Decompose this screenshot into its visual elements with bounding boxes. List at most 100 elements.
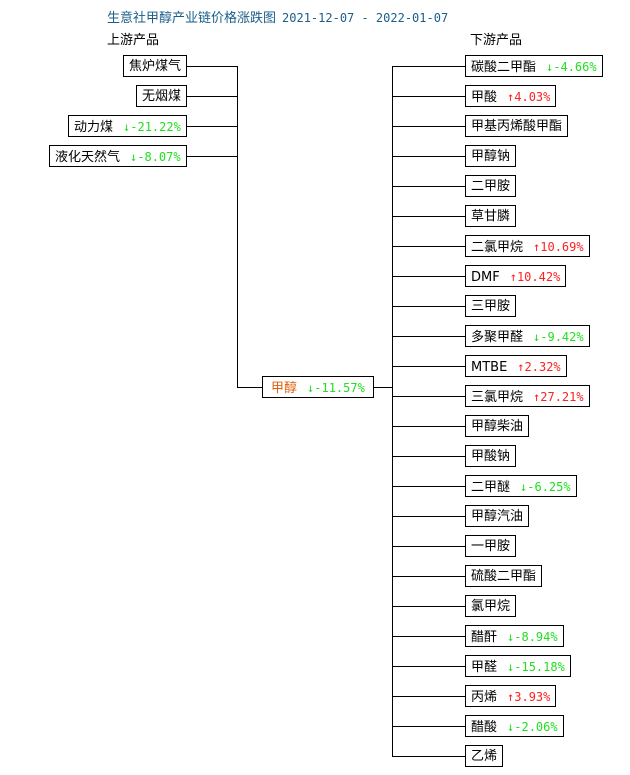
downstream-node[interactable]: 甲醇钠: [465, 145, 517, 167]
downstream-node[interactable]: MTBE ↑2.32%: [465, 355, 567, 377]
node-label: 氯甲烷: [471, 599, 511, 614]
downstream-connector: [392, 96, 465, 97]
downstream-connector: [392, 606, 465, 607]
downstream-node[interactable]: 三甲胺: [465, 295, 517, 317]
title-text: 生意社甲醇产业链价格涨跌图: [107, 11, 277, 26]
center-left-connector: [237, 387, 262, 388]
price-change-up: ↑27.21%: [533, 390, 584, 404]
node-label: 碳酸二甲酯: [471, 60, 537, 75]
node-label: 硫酸二甲酯: [471, 569, 537, 584]
price-change-up: ↑4.03%: [507, 90, 551, 104]
node-label: 丙烯: [471, 690, 498, 705]
node-label: 一甲胺: [471, 539, 511, 554]
price-change-down: ↓-4.66%: [546, 60, 597, 74]
price-change-down: ↓-6.25%: [520, 480, 571, 494]
node-label: 多聚甲醛: [471, 330, 524, 345]
price-change-down: ↓-15.18%: [507, 660, 565, 674]
downstream-node[interactable]: 甲醇汽油: [465, 505, 530, 527]
downstream-connector: [392, 516, 465, 517]
downstream-connector: [392, 426, 465, 427]
node-label: 焦炉煤气: [129, 59, 182, 74]
center-node-methanol[interactable]: 甲醇 ↓-11.57%: [262, 376, 374, 398]
downstream-node[interactable]: 甲酸 ↑4.03%: [465, 85, 557, 107]
downstream-connector: [392, 666, 465, 667]
node-label: 甲酸钠: [471, 449, 511, 464]
node-label: 液化天然气: [55, 150, 121, 165]
downstream-node[interactable]: 甲醇柴油: [465, 415, 530, 437]
price-change-up: ↑3.93%: [507, 690, 551, 704]
upstream-trunk-line: [237, 66, 238, 388]
node-label: 甲醇: [271, 381, 298, 396]
node-label: 三氯甲烷: [471, 390, 524, 405]
downstream-trunk-line: [392, 66, 393, 757]
node-label: 醋酸: [471, 720, 498, 735]
downstream-connector: [392, 306, 465, 307]
downstream-connector: [392, 276, 465, 277]
price-change-down: ↓-2.06%: [507, 720, 558, 734]
price-change-down: ↓-8.07%: [130, 150, 181, 164]
node-label: 醋酐: [471, 630, 498, 645]
node-label: 无烟煤: [142, 89, 182, 104]
node-label: 乙烯: [471, 749, 498, 764]
downstream-connector: [392, 126, 465, 127]
downstream-connector: [392, 726, 465, 727]
downstream-node[interactable]: 二甲胺: [465, 175, 517, 197]
downstream-connector: [392, 246, 465, 247]
downstream-node[interactable]: 甲基丙烯酸甲酯: [465, 115, 569, 137]
price-change-down: ↓-21.22%: [123, 120, 181, 134]
node-label: 二氯甲烷: [471, 240, 524, 255]
node-label: 甲醇钠: [471, 149, 511, 164]
downstream-node[interactable]: 甲醛 ↓-15.18%: [465, 655, 571, 677]
price-change-down: ↓-9.42%: [533, 330, 584, 344]
downstream-node[interactable]: DMF ↑10.42%: [465, 265, 567, 287]
upstream-connector: [187, 66, 237, 67]
node-label: 草甘膦: [471, 209, 511, 224]
date-range: 2021-12-07 - 2022-01-07: [282, 11, 449, 25]
node-label: 甲基丙烯酸甲酯: [471, 119, 563, 134]
price-change-down: ↓-11.57%: [307, 381, 365, 395]
chart-title: 生意社甲醇产业链价格涨跌图 2021-12-07 - 2022-01-07: [107, 7, 448, 26]
upstream-node[interactable]: 动力煤 ↓-21.22%: [68, 115, 187, 137]
downstream-connector: [392, 336, 465, 337]
downstream-node[interactable]: 草甘膦: [465, 205, 517, 227]
downstream-node[interactable]: 多聚甲醛 ↓-9.42%: [465, 325, 590, 347]
upstream-node[interactable]: 焦炉煤气: [123, 55, 188, 77]
downstream-node[interactable]: 硫酸二甲酯: [465, 565, 543, 587]
node-label: 二甲醚: [471, 480, 511, 495]
downstream-connector: [392, 636, 465, 637]
node-label: MTBE: [471, 360, 508, 375]
node-label: 二甲胺: [471, 179, 511, 194]
price-change-down: ↓-8.94%: [507, 630, 558, 644]
downstream-node[interactable]: 乙烯: [465, 745, 504, 767]
price-change-up: ↑2.32%: [517, 360, 561, 374]
downstream-node[interactable]: 甲酸钠: [465, 445, 517, 467]
downstream-node[interactable]: 醋酸 ↓-2.06%: [465, 715, 564, 737]
downstream-connector: [392, 156, 465, 157]
price-change-up: ↑10.69%: [533, 240, 584, 254]
downstream-node[interactable]: 醋酐 ↓-8.94%: [465, 625, 564, 647]
downstream-header: 下游产品: [470, 33, 523, 48]
downstream-connector: [392, 486, 465, 487]
upstream-header: 上游产品: [107, 33, 160, 48]
downstream-node[interactable]: 二甲醚 ↓-6.25%: [465, 475, 577, 497]
downstream-node[interactable]: 丙烯 ↑3.93%: [465, 685, 557, 707]
downstream-connector: [392, 696, 465, 697]
downstream-connector: [392, 756, 465, 757]
downstream-node[interactable]: 二氯甲烷 ↑10.69%: [465, 235, 590, 257]
downstream-connector: [392, 366, 465, 367]
downstream-connector: [392, 396, 465, 397]
downstream-connector: [392, 216, 465, 217]
downstream-connector: [392, 186, 465, 187]
downstream-connector: [392, 546, 465, 547]
downstream-node[interactable]: 三氯甲烷 ↑27.21%: [465, 385, 590, 407]
downstream-node[interactable]: 氯甲烷: [465, 595, 517, 617]
price-change-up: ↑10.42%: [509, 270, 561, 284]
downstream-node[interactable]: 碳酸二甲酯 ↓-4.66%: [465, 55, 603, 77]
upstream-node[interactable]: 无烟煤: [136, 85, 188, 107]
upstream-connector: [187, 96, 237, 97]
downstream-node[interactable]: 一甲胺: [465, 535, 517, 557]
upstream-connector: [187, 126, 237, 127]
downstream-connector: [392, 456, 465, 457]
upstream-node[interactable]: 液化天然气 ↓-8.07%: [49, 145, 187, 167]
node-label: 三甲胺: [471, 299, 511, 314]
